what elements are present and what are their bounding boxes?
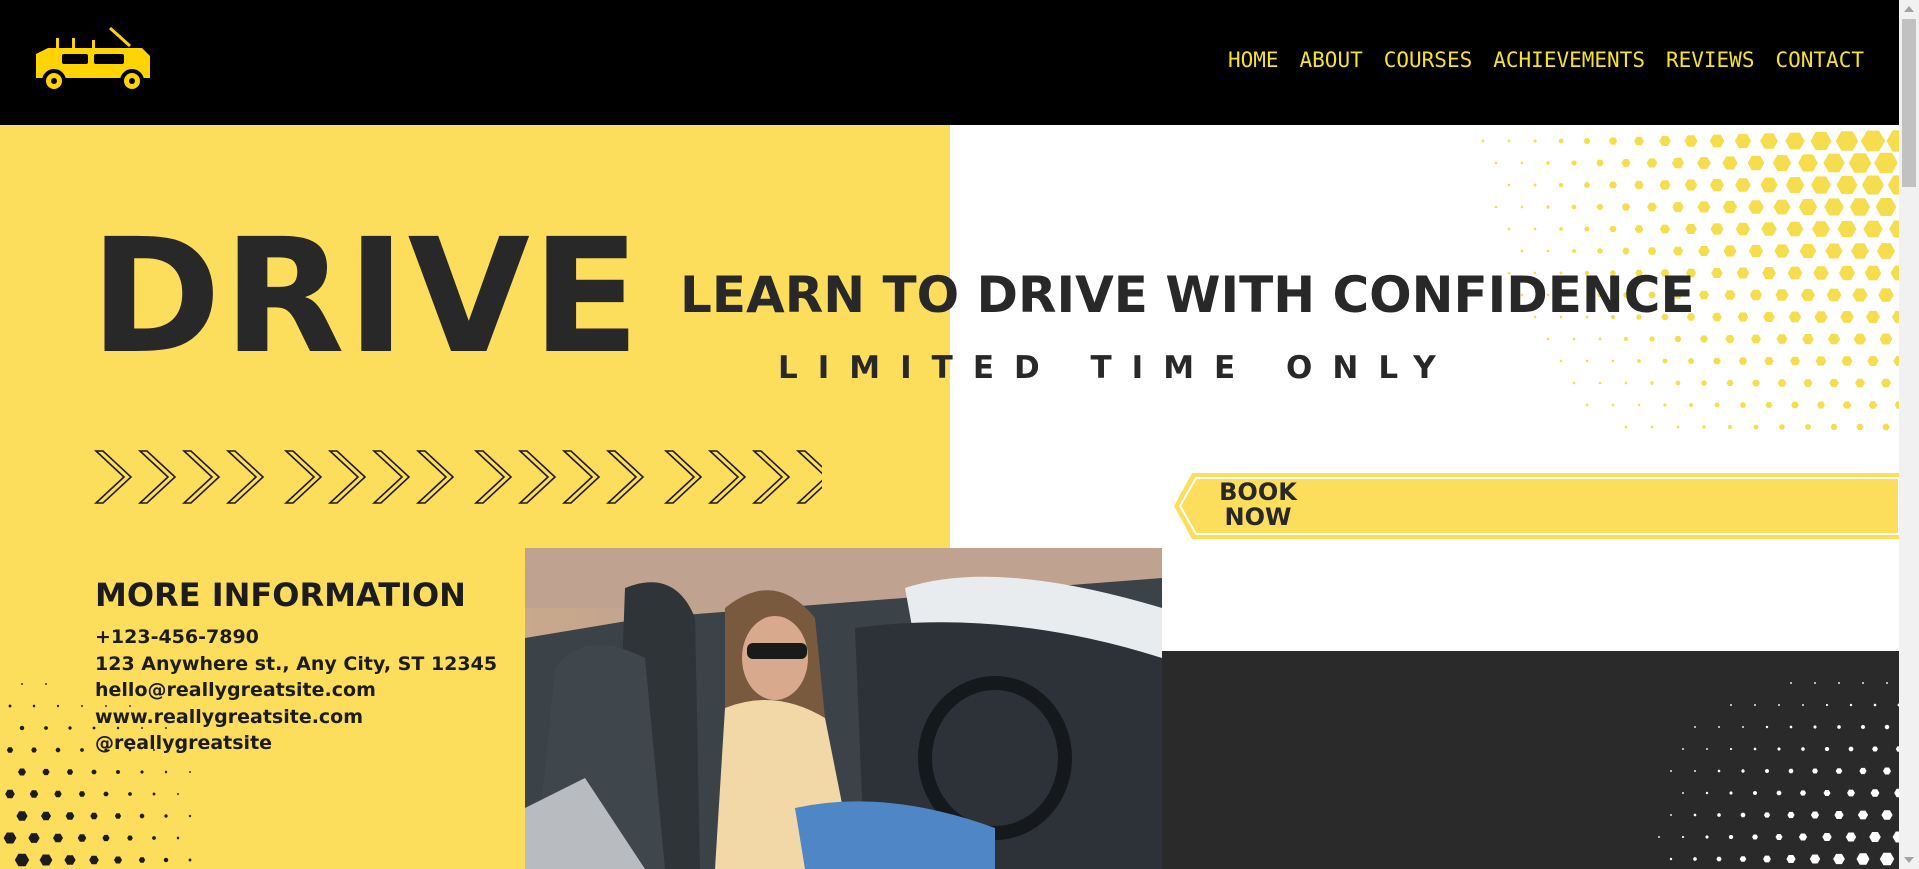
book-now-label: BOOK NOW [1219, 478, 1297, 531]
nav-reviews[interactable]: REVIEWS [1666, 48, 1755, 72]
nav-home[interactable]: HOME [1228, 48, 1279, 72]
contact-info-list: +123-456-7890 123 Anywhere st., Any City… [95, 624, 497, 757]
hero-big-word: DRIVE [90, 205, 642, 389]
woman-in-car-photo [525, 548, 1162, 869]
hero-subline: LIMITED TIME ONLY [778, 350, 1456, 386]
nav-contact[interactable]: CONTACT [1775, 48, 1864, 72]
contact-website: www.reallygreatsite.com [95, 705, 364, 728]
main-nav: HOME ABOUT COURSES ACHIEVEMENTS REVIEWS … [1228, 48, 1864, 72]
scrollbar-thumb[interactable] [1902, 19, 1916, 187]
scroll-down-arrow-icon[interactable] [1904, 857, 1914, 863]
contact-phone: +123-456-7890 [95, 626, 259, 648]
chevron-right-icon [93, 450, 822, 504]
site-header: HOME ABOUT COURSES ACHIEVEMENTS REVIEWS … [0, 0, 1899, 125]
contact-email: hello@reallygreatsite.com [95, 679, 376, 702]
nav-about[interactable]: ABOUT [1300, 48, 1363, 72]
book-now-button[interactable]: BOOK NOW [1170, 469, 1899, 543]
nav-courses[interactable]: COURSES [1384, 48, 1473, 72]
dot-pattern-decoration-dark [1658, 682, 1899, 866]
jeep-car-icon[interactable] [32, 26, 156, 96]
contact-social: @reallygreatsite [95, 732, 273, 755]
hero-headline: LEARN TO DRIVE WITH CONFIDENCE [680, 266, 1695, 324]
page-scrollbar[interactable] [1899, 0, 1919, 869]
contact-address: 123 Anywhere st., Any City, ST 12345 [95, 652, 498, 675]
scroll-up-arrow-icon[interactable] [1904, 6, 1914, 12]
nav-achievements[interactable]: ACHIEVEMENTS [1493, 48, 1645, 72]
info-title: MORE INFORMATION [95, 576, 466, 614]
